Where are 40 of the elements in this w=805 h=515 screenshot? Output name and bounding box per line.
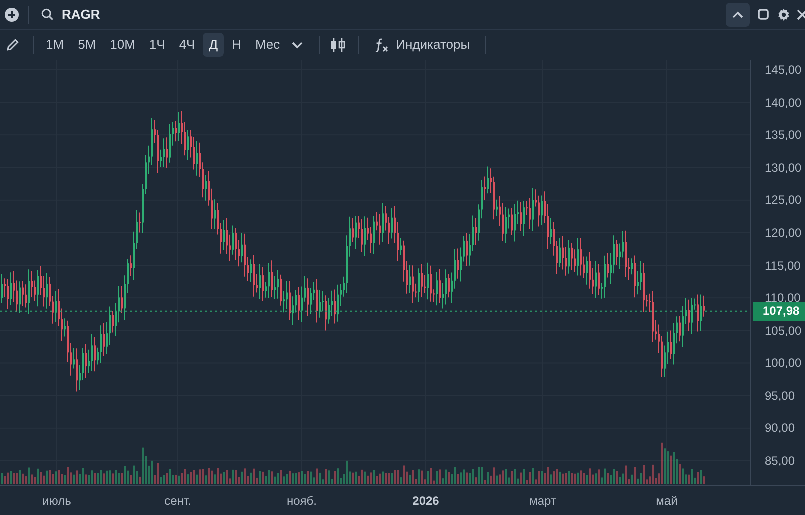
price-tick-label: 115,00 <box>765 258 801 272</box>
price-tick-label: 105,00 <box>765 324 802 338</box>
timeframe-tab[interactable]: 4Ч <box>173 33 202 57</box>
timeframe-tab[interactable]: Мес <box>249 33 286 57</box>
price-tick-label: 130,00 <box>765 160 802 175</box>
timeframe-tab[interactable]: 10M <box>104 33 142 57</box>
price-tick-label: 120,00 <box>765 226 802 240</box>
timeframe-tab[interactable]: Д <box>203 33 224 57</box>
collapse-button[interactable] <box>726 2 750 26</box>
price-tick-label: 135,00 <box>765 128 802 142</box>
last-price-label: 107,98 <box>753 302 805 321</box>
pencil-icon[interactable] <box>6 38 20 52</box>
time-axis-label: нояб. <box>287 493 317 510</box>
timeframe-tab[interactable]: Н <box>226 33 248 57</box>
price-tick-label: 100,00 <box>765 356 802 370</box>
close-icon[interactable] <box>797 8 805 20</box>
price-tick-label: 85,00 <box>765 454 796 468</box>
search-icon <box>41 8 54 21</box>
indicators-button[interactable]: Индикаторы <box>371 33 474 57</box>
timeframe-tab[interactable]: 1Ч <box>143 33 172 57</box>
time-axis-label: март <box>530 493 556 510</box>
settings-icon[interactable] <box>777 8 791 22</box>
search-field[interactable]: RAGR <box>62 4 100 24</box>
caret-up-icon <box>732 10 744 18</box>
time-axis-label: май <box>656 493 678 510</box>
price-tick-label: 95,00 <box>765 388 796 403</box>
time-axis-label: 2026 <box>412 493 440 510</box>
time-axis-label: сент. <box>164 493 192 510</box>
price-tick-label: 140,00 <box>765 96 802 110</box>
price-tick-label: 90,00 <box>765 421 796 436</box>
timeframe-tab[interactable]: 5M <box>72 33 102 57</box>
square-icon[interactable] <box>758 9 769 20</box>
function-icon <box>374 37 390 53</box>
candlestick-icon[interactable] <box>330 37 346 53</box>
price-tick-label: 145,00 <box>765 63 802 77</box>
timeframe-tab[interactable]: 1M <box>40 33 70 57</box>
add-icon[interactable] <box>4 6 20 22</box>
chevron-down-icon <box>292 42 304 48</box>
time-axis-label: июль <box>42 493 72 510</box>
price-tick-label: 125,00 <box>765 193 802 208</box>
